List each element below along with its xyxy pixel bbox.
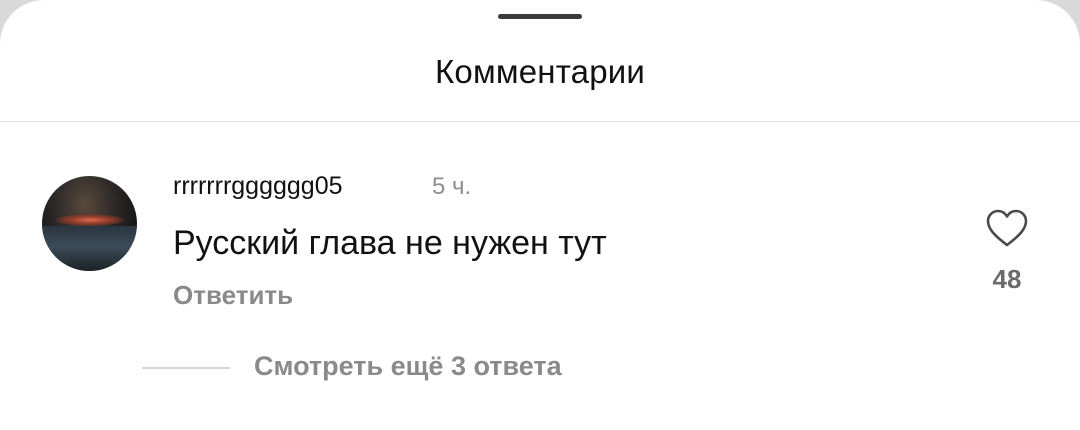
comments-sheet: Комментарии rrrrrrrgggggg05 5 ч. Русский… bbox=[0, 0, 1080, 430]
comment-text: Русский глава не нужен тут bbox=[173, 224, 607, 262]
avatar[interactable] bbox=[42, 176, 137, 271]
comment-username[interactable]: rrrrrrrgggggg05 bbox=[173, 172, 343, 201]
sheet-drag-handle[interactable] bbox=[498, 14, 582, 19]
header-divider bbox=[0, 121, 1080, 122]
heart-outline-icon bbox=[986, 209, 1028, 247]
avatar-image-glow bbox=[56, 214, 124, 226]
replies-divider-line bbox=[142, 367, 230, 369]
page-title: Комментарии bbox=[434, 53, 646, 90]
avatar-image-ground bbox=[42, 226, 137, 271]
like-button[interactable] bbox=[985, 208, 1029, 248]
reply-button[interactable]: Ответить bbox=[173, 280, 293, 311]
view-replies-button[interactable]: Смотреть ещё 3 ответа bbox=[254, 351, 562, 382]
comment-timestamp: 5 ч. bbox=[432, 173, 472, 200]
like-count: 48 bbox=[992, 264, 1022, 294]
